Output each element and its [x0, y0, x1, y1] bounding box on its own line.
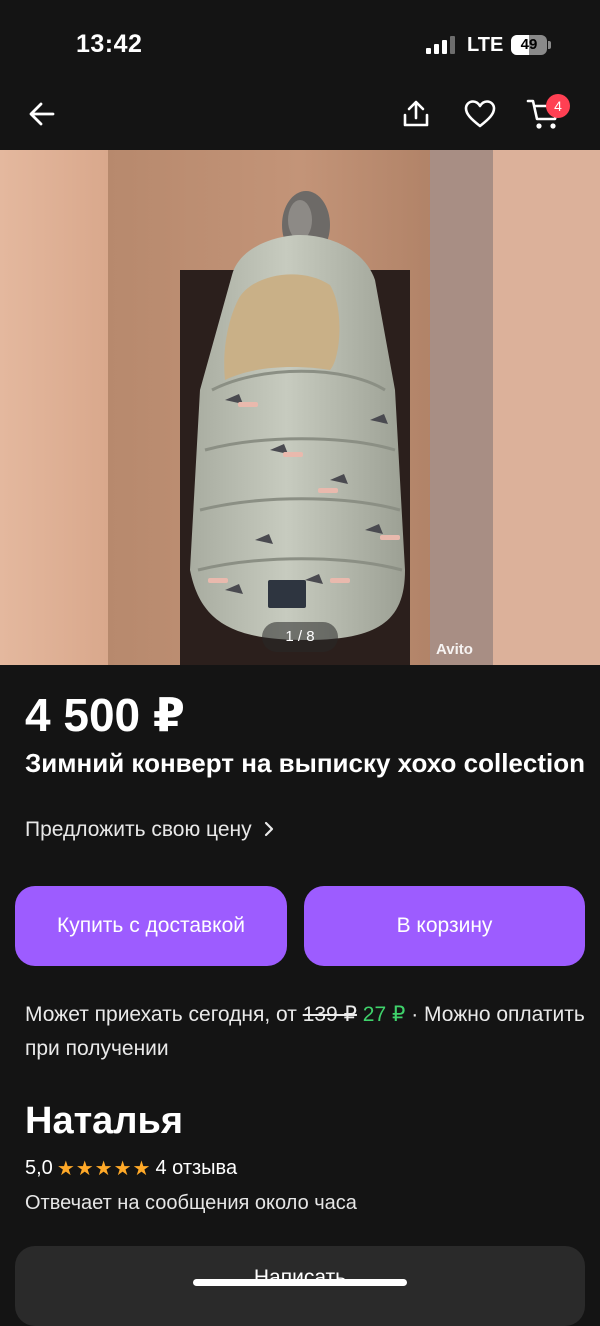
seller-rating[interactable]: 5,0 ★★★★★ 4 отзыва	[25, 1156, 237, 1181]
home-indicator	[193, 1279, 407, 1286]
network-type: LTE	[467, 34, 504, 56]
share-button[interactable]	[392, 90, 440, 138]
seller-response-time: Отвечает на сообщения около часа	[25, 1192, 357, 1214]
delivery-old-price: 139 ₽	[302, 1003, 357, 1026]
favorite-button[interactable]	[456, 90, 504, 138]
add-to-cart-button[interactable]: В корзину	[304, 886, 585, 966]
write-message-button[interactable]: Написать	[15, 1246, 585, 1326]
delivery-info: Может приехать сегодня, от 139 ₽ 27 ₽ · …	[25, 998, 585, 1066]
listing-title: Зимний конверт на выписку хохо collectio…	[25, 748, 585, 778]
product-photo	[0, 150, 600, 665]
signal-icon	[426, 36, 455, 54]
listing-price: 4 500 ₽	[25, 689, 185, 741]
share-icon	[403, 100, 429, 127]
delivery-text-prefix: Может приехать сегодня, от	[25, 1003, 297, 1026]
rating-stars-icon: ★★★★★	[56, 1158, 152, 1180]
arrow-left-icon	[29, 102, 55, 126]
avito-watermark: Avito	[436, 641, 473, 658]
chevron-right-icon	[265, 821, 274, 837]
rating-value: 5,0	[25, 1157, 53, 1179]
back-button[interactable]	[18, 90, 66, 138]
buy-with-delivery-button[interactable]: Купить с доставкой	[15, 886, 287, 966]
status-time: 13:42	[76, 30, 143, 58]
cart-count-badge: 4	[546, 94, 570, 118]
battery-level: 49	[520, 36, 538, 53]
seller-name[interactable]: Наталья	[25, 1100, 183, 1143]
status-bar: 13:42 LTE 49	[0, 0, 600, 90]
battery-icon: 49	[511, 35, 551, 55]
photo-counter: 1 / 8	[262, 622, 338, 652]
heart-icon	[464, 100, 496, 128]
offer-price-link[interactable]: Предложить свою цену	[25, 818, 275, 842]
offer-price-label: Предложить свою цену	[25, 818, 252, 841]
reviews-count: 4 отзыва	[155, 1157, 238, 1179]
delivery-new-price: 27 ₽	[362, 1003, 406, 1026]
top-bar	[0, 90, 600, 150]
photo-gallery[interactable]	[0, 150, 600, 665]
